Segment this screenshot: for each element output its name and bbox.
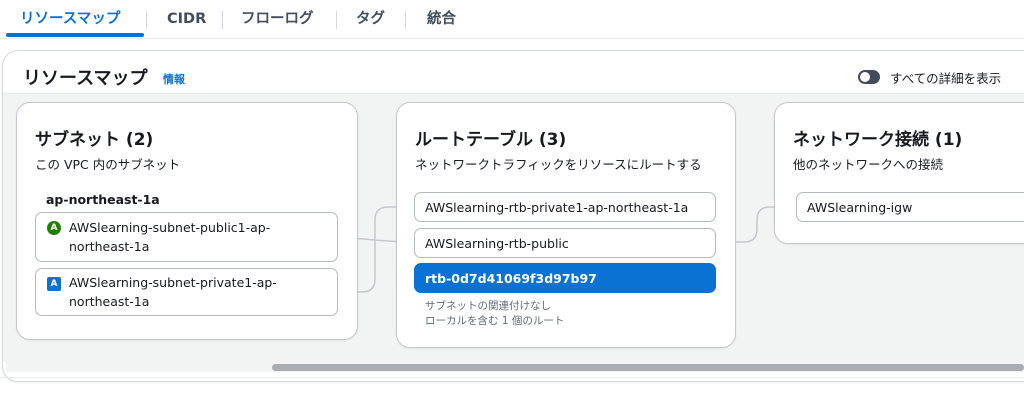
- route-table-item[interactable]: AWSlearning-rtb-public: [414, 228, 716, 258]
- tab-resource-map[interactable]: リソースマップ: [20, 0, 120, 36]
- subnet-name-line1: AWSlearning-subnet-public1-ap-: [69, 220, 271, 235]
- network-connection-item[interactable]: AWSlearning-igw: [796, 192, 1024, 222]
- subnet-item-public[interactable]: A AWSlearning-subnet-public1-ap- northea…: [35, 212, 338, 262]
- igw-label: AWSlearning-igw: [807, 200, 913, 215]
- horizontal-scrollbar-thumb[interactable]: [272, 364, 1024, 371]
- toggle-knob: [860, 72, 870, 82]
- network-connections-description: 他のネットワークへの接続: [793, 157, 944, 172]
- tab-flow-logs[interactable]: フローログ: [241, 0, 314, 36]
- route-tables-title: ルートテーブル (3): [415, 130, 567, 150]
- route-table-label: rtb-0d7d41069f3d97b97: [425, 271, 597, 286]
- subnets-description: この VPC 内のサブネット: [35, 157, 181, 172]
- subnet-name-line2: northeast-1a: [69, 294, 150, 309]
- subnets-title: サブネット (2): [35, 130, 154, 150]
- route-table-item-selected[interactable]: rtb-0d7d41069f3d97b97: [414, 263, 716, 293]
- show-details-toggle[interactable]: [858, 70, 880, 84]
- route-tables-description: ネットワークトラフィックをリソースにルートする: [415, 157, 702, 172]
- route-table-item[interactable]: AWSlearning-rtb-private1-ap-northeast-1a: [414, 192, 716, 222]
- panel-title: リソースマップ: [23, 68, 148, 89]
- active-tab-indicator: [6, 33, 144, 37]
- public-subnet-badge-icon: A: [47, 221, 61, 235]
- tab-tags[interactable]: タグ: [356, 0, 385, 36]
- tab-integrations[interactable]: 統合: [427, 0, 456, 36]
- private-subnet-badge-icon: A: [47, 277, 61, 291]
- tab-bar: リソースマップ CIDR フローログ タグ 統合: [0, 0, 1024, 39]
- route-table-label: AWSlearning-rtb-public: [425, 236, 569, 251]
- tab-separator: [405, 11, 406, 29]
- show-details-label: すべての詳細を表示: [890, 71, 1002, 86]
- network-connections-card: ネットワーク接続 (1) 他のネットワークへの接続: [774, 102, 1024, 244]
- info-link[interactable]: 情報: [163, 71, 185, 87]
- network-connections-title: ネットワーク接続 (1): [793, 130, 963, 150]
- subnet-item-private[interactable]: A AWSlearning-subnet-private1-ap- northe…: [35, 268, 338, 316]
- subnet-name-line2: northeast-1a: [69, 239, 150, 254]
- route-table-note-association: サブネットの関連付けなし: [425, 300, 551, 312]
- tab-separator: [336, 11, 337, 29]
- route-table-label: AWSlearning-rtb-private1-ap-northeast-1a: [425, 200, 689, 215]
- tab-cidr[interactable]: CIDR: [167, 0, 206, 36]
- tab-separator: [146, 11, 147, 29]
- route-table-note-routes: ローカルを含む 1 個のルート: [425, 315, 565, 327]
- availability-zone-label: ap-northeast-1a: [46, 192, 160, 207]
- subnet-name-line1: AWSlearning-subnet-private1-ap-: [69, 275, 277, 290]
- divider: [0, 377, 1024, 378]
- tab-separator: [222, 11, 223, 29]
